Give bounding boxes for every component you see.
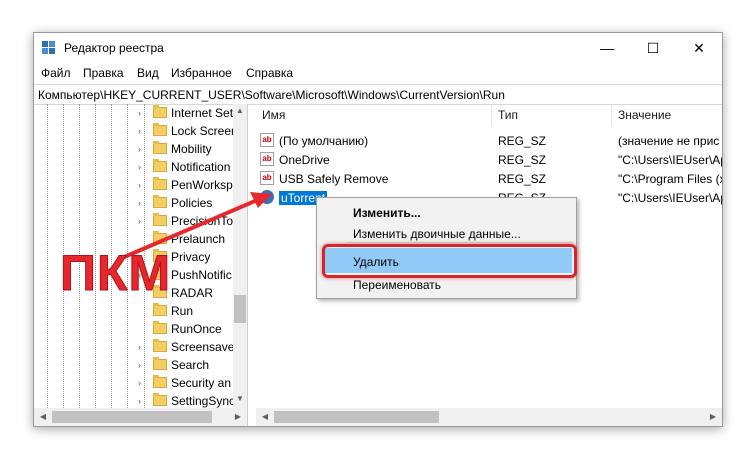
- context-menu-modify-binary[interactable]: Изменить двоичные данные...: [353, 227, 521, 241]
- context-menu-modify[interactable]: Изменить...: [353, 206, 421, 220]
- context-menu-separator: [347, 242, 573, 243]
- delete-highlight-frame: [322, 244, 577, 278]
- context-menu-rename[interactable]: Переименовать: [353, 278, 441, 292]
- pkm-annotation-label: ПКМ: [59, 245, 172, 302]
